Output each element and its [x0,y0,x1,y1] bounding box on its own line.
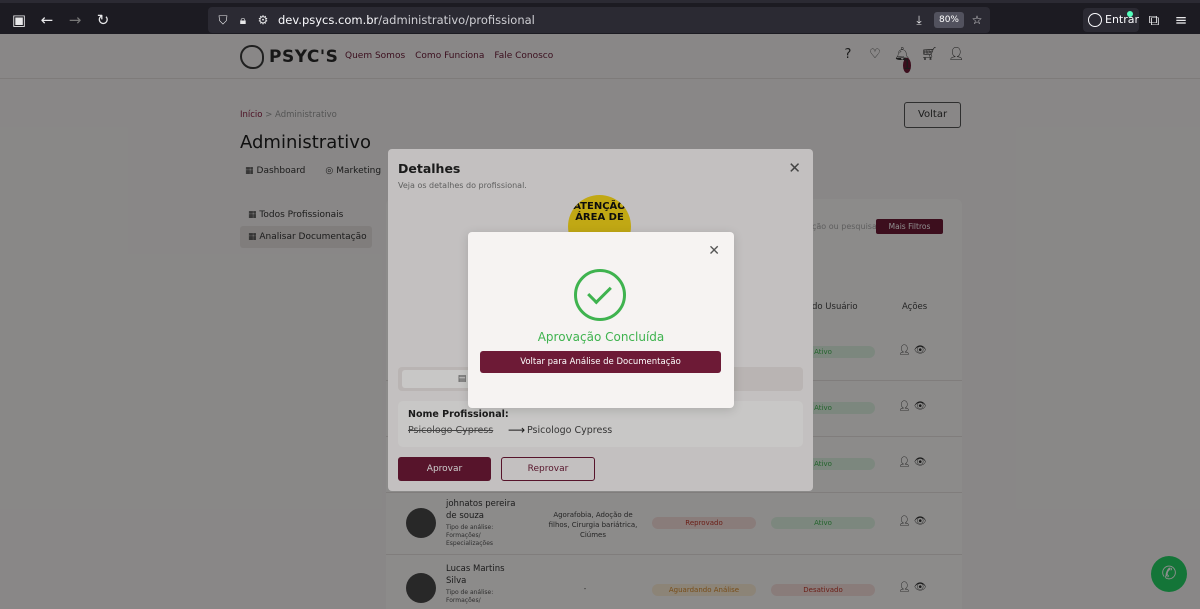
signin-label: Entrar [1105,13,1140,26]
success-title: Aprovação Concluída [537,330,665,344]
check-icon [587,279,612,305]
close-icon[interactable]: ✕ [708,244,720,258]
back-to-analysis-button[interactable]: Voltar para Análise de Documentação [480,351,721,373]
success-modal: ✕ Aprovação Concluída Voltar para Anális… [468,232,734,408]
account-icon [1088,13,1102,27]
url-host: dev.psycs.com.br [278,13,379,27]
permissions-icon[interactable]: ⚙ [254,11,272,29]
back-arrow-icon[interactable]: ← [36,9,58,31]
sidebar-toggle-icon[interactable]: ▣ [8,9,30,31]
reload-icon[interactable]: ↻ [92,9,114,31]
zoom-level[interactable]: 80% [934,12,964,28]
download-icon[interactable]: ⤓ [910,11,928,29]
url-text[interactable]: dev.psycs.com.br/administrativo/profissi… [278,13,535,27]
address-bar[interactable]: ⛉ 🔒︎ ⚙ dev.psycs.com.br/administrativo/p… [208,7,990,33]
extensions-icon[interactable]: ⧉ [1143,9,1165,31]
signin-button[interactable]: Entrar [1083,8,1139,32]
forward-arrow-icon[interactable]: → [64,9,86,31]
bookmark-star-icon[interactable]: ☆ [968,11,986,29]
menu-icon[interactable]: ≡ [1170,9,1192,31]
browser-toolbar: ▣ ← → ↻ ⛉ 🔒︎ ⚙ dev.psycs.com.br/administ… [0,0,1200,34]
shield-icon[interactable]: ⛉ [214,11,232,29]
notification-dot [1127,11,1133,17]
url-path: /administrativo/profissional [378,13,535,27]
lock-icon[interactable]: 🔒︎ [234,11,252,29]
check-circle-icon [574,269,626,321]
